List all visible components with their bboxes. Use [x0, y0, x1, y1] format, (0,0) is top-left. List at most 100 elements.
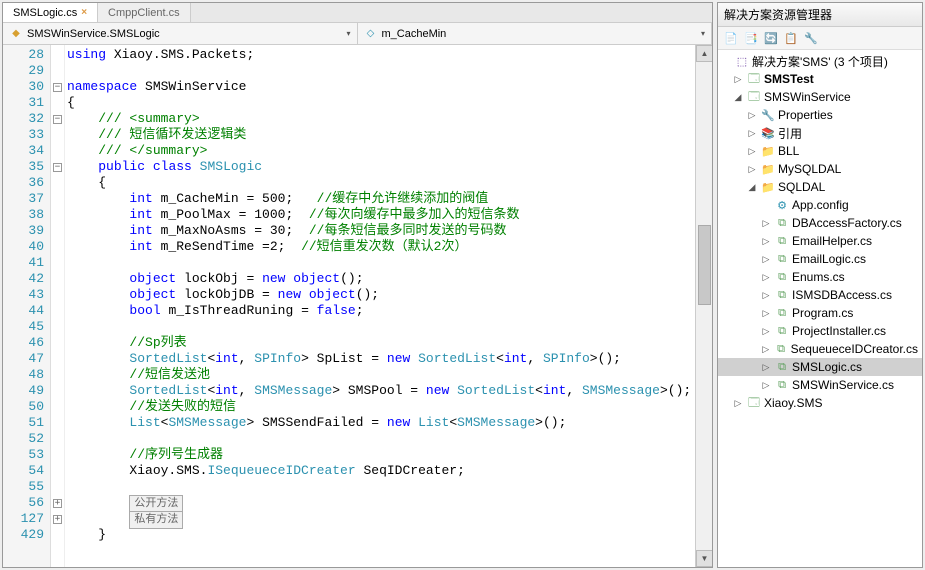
code-line[interactable]: [67, 255, 695, 271]
show-all-button[interactable]: 📑: [742, 29, 760, 47]
fold-toggle[interactable]: +: [51, 495, 64, 511]
tree-item[interactable]: ▷⧉EmailLogic.cs: [718, 250, 922, 268]
expand-icon[interactable]: ▷: [760, 272, 772, 283]
tree-item[interactable]: ⚙App.config: [718, 196, 922, 214]
code-line[interactable]: bool m_IsThreadRuning = false;: [67, 303, 695, 319]
expand-icon[interactable]: ▷: [732, 398, 744, 409]
solution-root[interactable]: ⬚ 解决方案'SMS' (3 个项目): [718, 52, 922, 70]
code-line[interactable]: Xiaoy.SMS.ISequeueceIDCreater SeqIDCreat…: [67, 463, 695, 479]
tree-item[interactable]: ▷⧉EmailHelper.cs: [718, 232, 922, 250]
code-line[interactable]: //序列号生成器: [67, 447, 695, 463]
code-line[interactable]: /// 短信循环发送逻辑类: [67, 127, 695, 143]
code-line[interactable]: {: [67, 95, 695, 111]
code-line[interactable]: SortedList<int, SPInfo> SpList = new Sor…: [67, 351, 695, 367]
fold-toggle: [51, 127, 64, 143]
tree-item[interactable]: ▷📁BLL: [718, 142, 922, 160]
tree-item[interactable]: ▷⧉ISMSDBAccess.cs: [718, 286, 922, 304]
tree-item[interactable]: ▷⧉SequeueceIDCreator.cs: [718, 340, 922, 358]
tree-item[interactable]: ▷⧉DBAccessFactory.cs: [718, 214, 922, 232]
code-line[interactable]: object lockObj = new object();: [67, 271, 695, 287]
scroll-down-button[interactable]: ▼: [696, 550, 712, 567]
expand-icon[interactable]: ▷: [746, 128, 758, 139]
scroll-up-button[interactable]: ▲: [696, 45, 712, 62]
expand-icon[interactable]: ▷: [760, 236, 772, 247]
code-line[interactable]: //Sp列表: [67, 335, 695, 351]
expand-icon[interactable]: ▷: [760, 218, 772, 229]
code-line[interactable]: SortedList<int, SMSMessage> SMSPool = ne…: [67, 383, 695, 399]
fold-toggle[interactable]: −: [51, 111, 64, 127]
tree-item[interactable]: ▷⧉SMSLogic.cs: [718, 358, 922, 376]
scroll-thumb[interactable]: [698, 225, 711, 305]
expand-icon[interactable]: ▷: [760, 362, 772, 373]
code-line[interactable]: /// <summary>: [67, 111, 695, 127]
vertical-scrollbar[interactable]: ▲ ▼: [695, 45, 712, 567]
fold-toggle: [51, 463, 64, 479]
view-code-button[interactable]: 📋: [782, 29, 800, 47]
code-line[interactable]: [67, 479, 695, 495]
code-line[interactable]: 私有方法: [67, 511, 695, 527]
tree-item[interactable]: ▷🔧Properties: [718, 106, 922, 124]
code-line[interactable]: [67, 319, 695, 335]
expand-icon[interactable]: ▷: [760, 380, 772, 391]
code-line[interactable]: [67, 63, 695, 79]
code-line[interactable]: //发送失败的短信: [67, 399, 695, 415]
csfile-icon: ⧉: [774, 252, 790, 266]
line-number: 56: [3, 495, 44, 511]
code-line[interactable]: 公开方法: [67, 495, 695, 511]
expand-icon[interactable]: ◢: [732, 92, 744, 103]
fold-toggle[interactable]: −: [51, 79, 64, 95]
tree-item[interactable]: ◢📁SQLDAL: [718, 178, 922, 196]
expand-icon[interactable]: ▷: [746, 146, 758, 157]
fold-toggle: [51, 527, 64, 543]
code-line[interactable]: namespace SMSWinService: [67, 79, 695, 95]
code-line[interactable]: {: [67, 175, 695, 191]
code-line[interactable]: int m_PoolMax = 1000; //每次向缓存中最多加入的短信条数: [67, 207, 695, 223]
expand-icon[interactable]: ◢: [746, 182, 758, 193]
tree-item-label: SequeueceIDCreator.cs: [791, 342, 918, 356]
code-line[interactable]: }: [67, 527, 695, 543]
tree-item[interactable]: ▷📁MySQLDAL: [718, 160, 922, 178]
code-editor[interactable]: using Xiaoy.SMS.Packets; namespace SMSWi…: [65, 45, 695, 567]
refresh-button[interactable]: 🔄: [762, 29, 780, 47]
member-dropdown[interactable]: ◇ m_CacheMin ▾: [358, 23, 713, 44]
tree-item[interactable]: ◢🗔SMSWinService: [718, 88, 922, 106]
code-line[interactable]: using Xiaoy.SMS.Packets;: [67, 47, 695, 63]
code-line[interactable]: [67, 431, 695, 447]
close-icon[interactable]: ×: [81, 7, 87, 18]
expand-icon[interactable]: ▷: [760, 326, 772, 337]
expand-icon[interactable]: ▷: [760, 254, 772, 265]
code-line[interactable]: int m_MaxNoAsms = 30; //每条短信最多同时发送的号码数: [67, 223, 695, 239]
code-line[interactable]: int m_CacheMin = 500; //缓存中允许继续添加的阀值: [67, 191, 695, 207]
line-number: 41: [3, 255, 44, 271]
nav-dropdowns: ◆ SMSWinService.SMSLogic ▾ ◇ m_CacheMin …: [3, 23, 712, 45]
code-line[interactable]: object lockObjDB = new object();: [67, 287, 695, 303]
tree-item[interactable]: ▷📚引用: [718, 124, 922, 142]
class-dropdown[interactable]: ◆ SMSWinService.SMSLogic ▾: [3, 23, 358, 44]
tree-item[interactable]: ▷⧉ProjectInstaller.cs: [718, 322, 922, 340]
expand-icon[interactable]: ▷: [746, 110, 758, 121]
tab-smslogic[interactable]: SMSLogic.cs ×: [3, 3, 98, 22]
tree-item-label: SMSWinService: [764, 90, 851, 104]
code-line[interactable]: /// </summary>: [67, 143, 695, 159]
tree-item[interactable]: ▷⧉Enums.cs: [718, 268, 922, 286]
expand-icon[interactable]: ▷: [760, 344, 771, 355]
code-line[interactable]: List<SMSMessage> SMSSendFailed = new Lis…: [67, 415, 695, 431]
line-number: 55: [3, 479, 44, 495]
tree-item[interactable]: ▷⧉SMSWinService.cs: [718, 376, 922, 394]
fold-toggle[interactable]: +: [51, 511, 64, 527]
tree-item[interactable]: ▷🗔Xiaoy.SMS: [718, 394, 922, 412]
code-line[interactable]: int m_ReSendTime =2; //短信重发次数（默认2次）: [67, 239, 695, 255]
expand-icon[interactable]: ▷: [760, 308, 772, 319]
properties-button[interactable]: 📄: [722, 29, 740, 47]
tree-item[interactable]: ▷⧉Program.cs: [718, 304, 922, 322]
expand-icon[interactable]: ▷: [760, 290, 772, 301]
csfile-icon: ⧉: [774, 234, 790, 248]
expand-icon[interactable]: ▷: [746, 164, 758, 175]
code-line[interactable]: //短信发送池: [67, 367, 695, 383]
tree-item[interactable]: ▷🗔SMSTest: [718, 70, 922, 88]
tab-cmppclient[interactable]: CmppClient.cs: [98, 3, 191, 22]
view-designer-button[interactable]: 🔧: [802, 29, 820, 47]
fold-toggle[interactable]: −: [51, 159, 64, 175]
expand-icon[interactable]: ▷: [732, 74, 744, 85]
code-line[interactable]: public class SMSLogic: [67, 159, 695, 175]
